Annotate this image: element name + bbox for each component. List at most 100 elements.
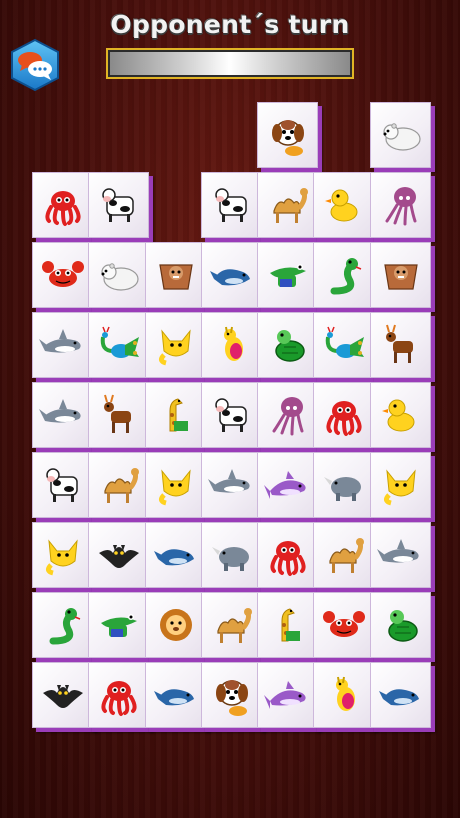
tile-rhino[interactable] <box>313 452 374 518</box>
tile-snake[interactable] <box>313 242 374 308</box>
tile-rhino[interactable] <box>201 522 262 588</box>
tile-turtle[interactable] <box>257 312 318 378</box>
tile-crab[interactable] <box>32 242 93 308</box>
fox-icon <box>158 329 191 366</box>
tile-bat[interactable] <box>32 662 93 728</box>
tile-fox[interactable] <box>32 522 93 588</box>
fox-icon <box>158 469 191 506</box>
tile-octopus[interactable] <box>313 382 374 448</box>
rhino-icon <box>211 547 249 571</box>
deer-icon <box>103 394 131 433</box>
shark-icon <box>376 539 419 563</box>
fox-icon <box>383 469 416 506</box>
turtle-icon <box>274 330 305 362</box>
tile-crocodile[interactable] <box>88 592 149 658</box>
whale-icon <box>378 689 419 706</box>
whale-icon <box>153 689 194 706</box>
tile-snake[interactable] <box>32 592 93 658</box>
snake-icon <box>49 608 80 645</box>
shark-icon <box>207 469 250 493</box>
tile-squid[interactable] <box>370 172 431 238</box>
tile-shark[interactable] <box>32 312 93 378</box>
tile-duck[interactable] <box>370 382 431 448</box>
tile-shark[interactable] <box>201 452 262 518</box>
dolphin-icon <box>263 681 306 709</box>
crocodile-icon <box>100 614 137 637</box>
octopus-icon <box>100 681 137 716</box>
dolphin-icon <box>263 471 306 499</box>
tile-whale[interactable] <box>370 662 431 728</box>
tile-shark[interactable] <box>370 522 431 588</box>
tile-cow[interactable] <box>88 172 149 238</box>
tile-kangaroo[interactable] <box>201 312 262 378</box>
fox-icon <box>45 539 78 576</box>
tile-duck[interactable] <box>313 172 374 238</box>
tile-deer[interactable] <box>370 312 431 378</box>
kangaroo-icon <box>335 676 355 711</box>
tile-camel[interactable] <box>201 592 262 658</box>
tile-dog[interactable] <box>257 102 318 168</box>
tile-whale[interactable] <box>145 522 206 588</box>
tile-octopus[interactable] <box>32 172 93 238</box>
cow-icon <box>214 188 247 222</box>
crocodile-icon <box>269 264 306 287</box>
tile-peacock[interactable] <box>88 312 149 378</box>
tile-polar-bear[interactable] <box>370 102 431 168</box>
camel-icon <box>103 468 139 503</box>
tile-giraffe[interactable] <box>257 592 318 658</box>
tile-cow[interactable] <box>201 172 262 238</box>
flying-squirrel-icon <box>158 264 193 290</box>
kangaroo-icon <box>223 326 243 361</box>
shark-icon <box>38 329 81 353</box>
peacock-icon <box>100 326 139 358</box>
tile-polar-bear[interactable] <box>88 242 149 308</box>
tile-camel[interactable] <box>313 522 374 588</box>
tile-crab[interactable] <box>313 592 374 658</box>
camel-icon <box>272 188 308 223</box>
tile-octopus[interactable] <box>257 522 318 588</box>
tile-whale[interactable] <box>145 662 206 728</box>
tile-crocodile[interactable] <box>257 242 318 308</box>
tile-lion[interactable] <box>145 592 206 658</box>
tile-camel[interactable] <box>257 172 318 238</box>
tile-dog[interactable] <box>201 662 262 728</box>
polar-bear-icon <box>382 123 421 151</box>
tile-whale[interactable] <box>201 242 262 308</box>
tile-kangaroo[interactable] <box>313 662 374 728</box>
squid-icon <box>272 397 303 436</box>
tile-cow[interactable] <box>32 452 93 518</box>
tile-flying-squirrel[interactable] <box>370 242 431 308</box>
tile-peacock[interactable] <box>313 312 374 378</box>
tile-giraffe[interactable] <box>145 382 206 448</box>
crab-icon <box>41 261 84 287</box>
tile-fox[interactable] <box>145 312 206 378</box>
tile-dolphin[interactable] <box>257 662 318 728</box>
tile-deer[interactable] <box>88 382 149 448</box>
giraffe-icon <box>169 398 188 432</box>
tile-flying-squirrel[interactable] <box>145 242 206 308</box>
tile-bat[interactable] <box>88 522 149 588</box>
dog-icon <box>271 120 304 156</box>
tile-turtle[interactable] <box>370 592 431 658</box>
duck-icon <box>381 399 414 432</box>
cow-icon <box>214 398 247 432</box>
tile-fox[interactable] <box>145 452 206 518</box>
turtle-icon <box>387 610 418 642</box>
tile-octopus[interactable] <box>88 662 149 728</box>
whale-icon <box>153 549 194 566</box>
camel-icon <box>328 538 364 573</box>
camel-icon <box>216 608 252 643</box>
lion-icon <box>159 609 192 641</box>
tile-shark[interactable] <box>32 382 93 448</box>
tile-cow[interactable] <box>201 382 262 448</box>
tile-camel[interactable] <box>88 452 149 518</box>
tile-dolphin[interactable] <box>257 452 318 518</box>
snake-icon <box>330 258 361 295</box>
tile-squid[interactable] <box>257 382 318 448</box>
giraffe-icon <box>281 608 300 642</box>
polar-bear-icon <box>100 263 139 291</box>
peacock-icon <box>325 326 364 358</box>
duck-icon <box>324 189 357 222</box>
game-board <box>0 0 460 818</box>
tile-fox[interactable] <box>370 452 431 518</box>
